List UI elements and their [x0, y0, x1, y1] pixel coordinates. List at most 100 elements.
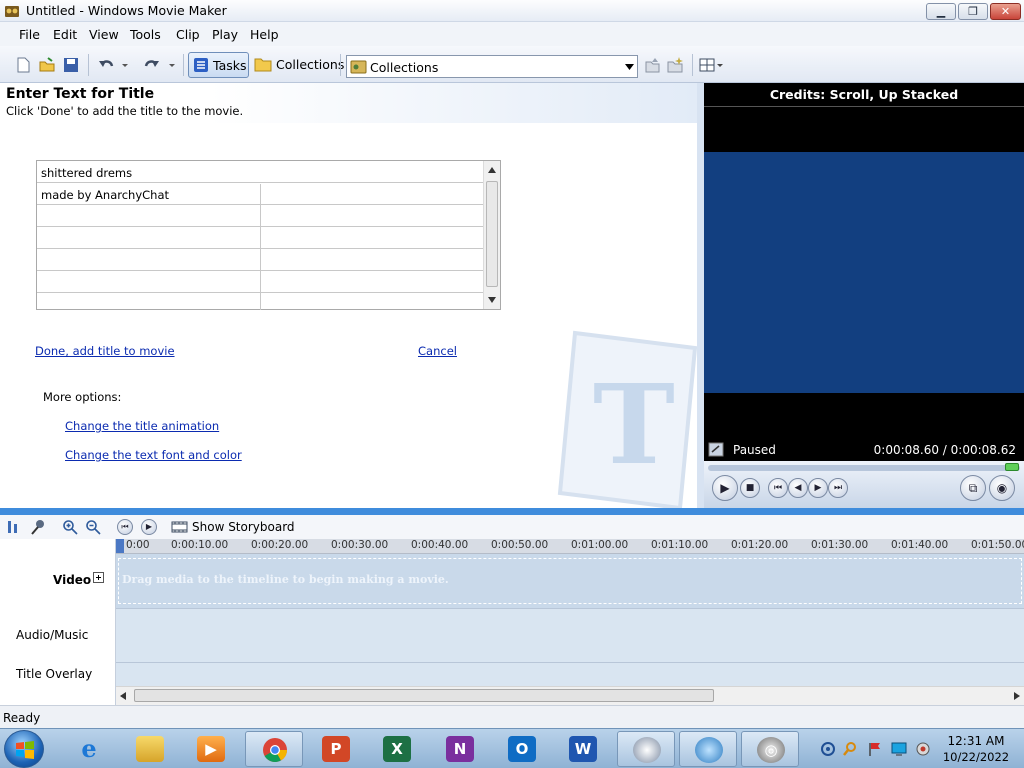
taskbar-media-player[interactable]: ▶ [182, 731, 240, 767]
rewind-icon: ⏮ [773, 483, 783, 493]
menu-play[interactable]: Play [212, 27, 238, 42]
change-animation-link[interactable]: Change the title animation [65, 419, 219, 433]
narrate-timeline-icon[interactable] [30, 519, 46, 535]
timeline-scroll-thumb[interactable] [134, 689, 714, 702]
movie-maker-icon [5, 6, 19, 17]
tray-search-icon[interactable] [842, 741, 858, 757]
ruler-tick: 0:00:50.00 [491, 539, 549, 551]
menu-file[interactable]: File [19, 27, 40, 42]
credit-text-cell[interactable]: made by AnarchyChat [37, 183, 260, 205]
credit-text-cell-right[interactable] [261, 183, 483, 205]
taskbar-powerpoint[interactable]: P [307, 731, 365, 767]
internet-explorer-icon: e [81, 734, 97, 763]
taskbar-app[interactable] [679, 731, 737, 767]
redo-icon[interactable] [143, 56, 161, 74]
ruler-tick: 0:01:40.00 [891, 539, 949, 551]
horizontal-splitter[interactable] [0, 508, 1024, 515]
menu-view[interactable]: View [89, 27, 119, 42]
clock-time[interactable]: 12:31 AM [936, 734, 1016, 748]
zoom-in-icon[interactable] [62, 519, 78, 535]
taskbar-app[interactable] [617, 731, 675, 767]
title-bar: Untitled - Windows Movie Maker ▁ ❐ ✕ [0, 0, 1024, 22]
tray-flag-icon[interactable] [867, 741, 883, 757]
menu-clip[interactable]: Clip [176, 27, 200, 42]
grid-vertical-scrollbar[interactable] [483, 161, 500, 309]
expand-plus-icon[interactable] [93, 572, 104, 583]
collections-button[interactable]: Collections [252, 52, 344, 78]
taskbar-chrome[interactable] [245, 731, 303, 767]
taskbar-file-explorer[interactable] [121, 731, 179, 767]
start-button[interactable] [4, 730, 44, 768]
close-button[interactable]: ✕ [990, 3, 1021, 20]
tray-volume-icon[interactable] [915, 741, 931, 757]
title-text-row[interactable]: shittered drems [37, 161, 483, 183]
audio-music-track[interactable] [116, 608, 1024, 662]
show-storyboard-button[interactable]: Show Storyboard [192, 520, 295, 534]
storyboard-icon[interactable] [171, 519, 188, 535]
save-project-icon[interactable] [62, 56, 80, 74]
scroll-up-icon[interactable] [488, 167, 496, 173]
split-window-icon[interactable] [708, 442, 724, 457]
playback-time: 0:00:08.60 / 0:00:08.62 [873, 443, 1016, 457]
maximize-button[interactable]: ❐ [958, 3, 988, 20]
title-overlay-track-label: Title Overlay [16, 667, 93, 681]
chevron-down-icon [625, 64, 634, 70]
tasks-button[interactable]: Tasks [188, 52, 249, 78]
rewind-button[interactable]: ⏮ [768, 478, 788, 498]
timeline-horizontal-scrollbar[interactable] [116, 686, 1024, 705]
change-font-link[interactable]: Change the text font and color [65, 448, 242, 462]
play-timeline-icon: ▶ [145, 522, 153, 531]
cancel-link[interactable]: Cancel [418, 344, 457, 358]
taskbar-outlook[interactable]: O [493, 731, 551, 767]
zoom-out-icon[interactable] [85, 519, 101, 535]
more-options-label: More options: [43, 390, 122, 404]
scroll-down-icon[interactable] [488, 297, 496, 303]
timeline-ruler[interactable]: 0:00 0:00:10.00 0:00:20.00 0:00:30.00 0:… [116, 539, 1024, 554]
menu-help[interactable]: Help [250, 27, 279, 42]
menu-tools[interactable]: Tools [130, 27, 161, 42]
grid-scroll-thumb[interactable] [486, 181, 498, 287]
fast-forward-button[interactable]: ⏭ [828, 478, 848, 498]
seek-bar[interactable] [708, 465, 1020, 471]
tray-network-icon[interactable] [820, 741, 836, 757]
scroll-right-icon[interactable] [1014, 692, 1020, 700]
taskbar-word[interactable]: W [554, 731, 612, 767]
taskbar-movie-maker[interactable]: ◎ [741, 731, 799, 767]
redo-dropdown-icon[interactable] [167, 56, 177, 74]
taskbar-internet-explorer[interactable]: e [60, 731, 118, 767]
done-add-title-link[interactable]: Done, add title to movie [35, 344, 175, 358]
title-text-grid[interactable]: shittered drems made by AnarchyChat [36, 160, 501, 310]
take-picture-button[interactable]: ◉ [989, 475, 1015, 501]
taskbar-onenote[interactable]: N [431, 731, 489, 767]
title-text-cell[interactable]: shittered drems [37, 161, 483, 183]
stop-button[interactable]: ■ [740, 478, 760, 498]
ruler-tick: 0:01:20.00 [731, 539, 789, 551]
undo-icon[interactable] [97, 56, 115, 74]
rewind-timeline-button[interactable]: ⏮ [117, 519, 133, 535]
clock-date[interactable]: 10/22/2022 [936, 750, 1016, 764]
taskbar-excel[interactable]: X [368, 731, 426, 767]
collections-dropdown[interactable]: Collections [346, 55, 638, 78]
set-audio-levels-icon[interactable] [6, 519, 20, 535]
open-project-icon[interactable] [38, 56, 56, 74]
previous-frame-icon: ◀ [794, 483, 802, 493]
collection-up-icon[interactable] [643, 56, 661, 74]
scroll-left-icon[interactable] [120, 692, 126, 700]
play-button[interactable]: ▶ [712, 475, 738, 501]
video-track[interactable]: Drag media to the timeline to begin maki… [116, 554, 1024, 608]
tray-display-icon[interactable] [891, 741, 907, 757]
split-clip-button[interactable]: ⧉ [960, 475, 986, 501]
undo-dropdown-icon[interactable] [120, 56, 130, 74]
title-overlay-track[interactable] [116, 662, 1024, 686]
previous-frame-button[interactable]: ◀ [788, 478, 808, 498]
next-frame-button[interactable]: ▶ [808, 478, 828, 498]
views-grid-icon[interactable] [699, 56, 725, 74]
new-collection-folder-icon[interactable] [666, 56, 684, 74]
seek-thumb[interactable] [1005, 463, 1019, 471]
minimize-button[interactable]: ▁ [926, 3, 956, 20]
vertical-splitter[interactable] [697, 83, 704, 508]
new-project-icon[interactable] [14, 56, 32, 74]
menu-edit[interactable]: Edit [53, 27, 77, 42]
playhead-indicator[interactable] [116, 539, 124, 553]
play-timeline-button[interactable]: ▶ [141, 519, 157, 535]
